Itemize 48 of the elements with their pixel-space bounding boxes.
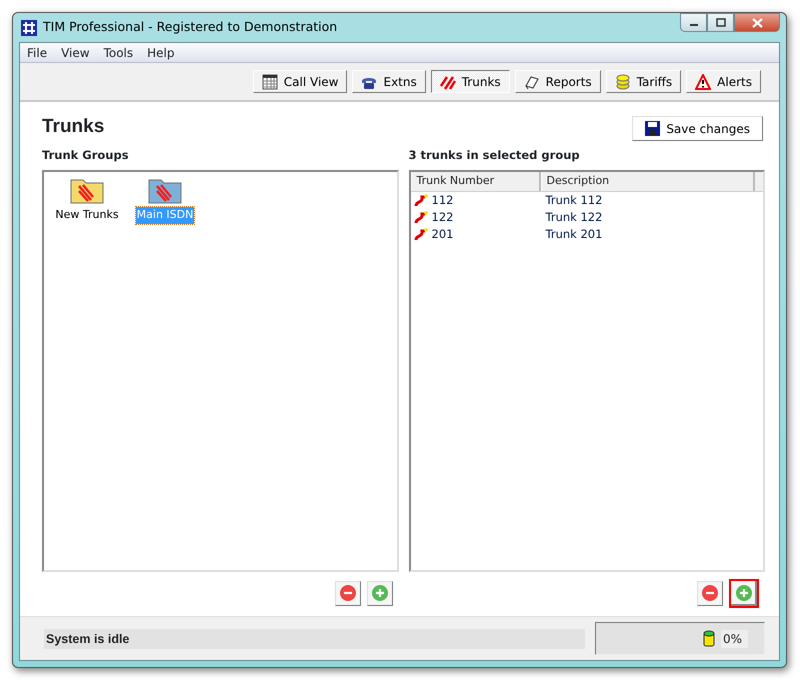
plus-circle-icon bbox=[370, 584, 388, 602]
maximize-icon bbox=[716, 18, 726, 27]
remove-button[interactable] bbox=[697, 580, 723, 606]
trunk-description: Trunk 201 bbox=[546, 226, 602, 243]
trunk-number: 112 bbox=[432, 192, 454, 209]
column-header[interactable]: Description bbox=[540, 172, 754, 191]
close-button[interactable] bbox=[734, 13, 780, 32]
trunk-icon bbox=[414, 227, 428, 242]
pen-ruler-icon bbox=[524, 74, 540, 90]
calendar-grid-icon bbox=[262, 74, 278, 90]
group-item[interactable]: New Trunks bbox=[54, 207, 120, 224]
toolbar-button[interactable]: Call View bbox=[252, 70, 348, 93]
menu-item[interactable]: File bbox=[20, 44, 54, 62]
minus-circle-icon bbox=[701, 584, 719, 602]
trunk-icon bbox=[414, 210, 428, 224]
trunk-number: 201 bbox=[432, 226, 454, 243]
menu-item[interactable]: View bbox=[54, 44, 97, 62]
minus-circle-icon bbox=[338, 584, 356, 602]
progress-reading: 0% bbox=[720, 630, 748, 648]
coin-stack-icon bbox=[614, 74, 631, 90]
warning-icon bbox=[695, 74, 712, 90]
column-header[interactable]: Trunk Number bbox=[410, 172, 540, 191]
toolbar-button[interactable]: Tariffs bbox=[606, 70, 682, 93]
striped-lines-icon bbox=[440, 74, 456, 90]
cylinder-icon bbox=[702, 630, 715, 647]
close-icon bbox=[752, 18, 762, 28]
section-heading: 3 trunks in selected group bbox=[408, 147, 581, 164]
trunk-icon bbox=[414, 193, 428, 208]
grid-logo-icon bbox=[21, 20, 37, 36]
trunk-description: Trunk 122 bbox=[546, 208, 602, 226]
toolbar-button[interactable]: Reports bbox=[514, 70, 601, 93]
plus-circle-icon bbox=[735, 584, 753, 602]
toolbar-button[interactable]: Trunks bbox=[430, 70, 510, 93]
menu-item[interactable]: Help bbox=[140, 44, 182, 62]
menu-item[interactable]: Tools bbox=[96, 44, 140, 62]
maximize-button[interactable] bbox=[707, 13, 734, 32]
remove-button[interactable] bbox=[334, 580, 360, 606]
add-button[interactable] bbox=[729, 578, 759, 608]
status-message: System is idle bbox=[44, 628, 585, 648]
toolbar-button[interactable]: Alerts bbox=[686, 70, 761, 93]
toolbar-button[interactable]: Extns bbox=[352, 70, 426, 93]
trunk-number: 122 bbox=[432, 208, 454, 226]
minimize-button[interactable] bbox=[680, 13, 707, 32]
trunk-description: Trunk 112 bbox=[546, 192, 602, 209]
window-title: TIM Professional - Registered to Demonstration bbox=[43, 18, 338, 36]
page-title: Trunks bbox=[42, 116, 104, 139]
save-changes-button[interactable]: Save changes bbox=[632, 116, 763, 141]
section-heading: Trunk Groups bbox=[42, 147, 130, 164]
